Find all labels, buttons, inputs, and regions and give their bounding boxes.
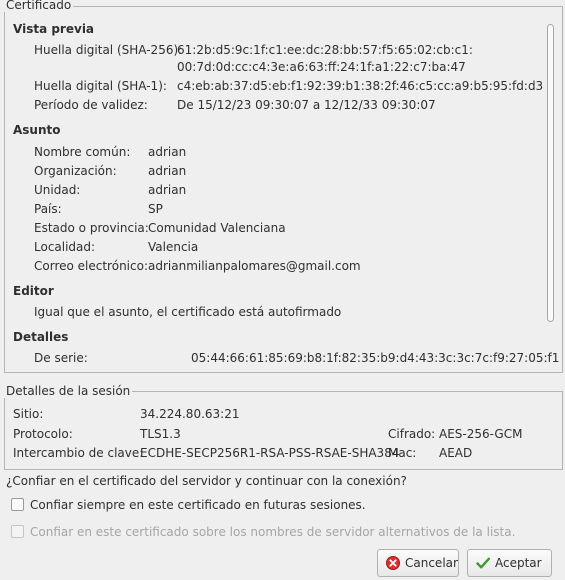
state-value: Comunidad Valenciana bbox=[148, 221, 286, 235]
session-legend: Detalles de la sesión bbox=[4, 384, 133, 398]
country-label: País: bbox=[34, 202, 62, 216]
organization-value: adrian bbox=[148, 164, 187, 178]
sha256-label: Huella digital (SHA-256): bbox=[34, 43, 183, 57]
locality-label: Localidad: bbox=[34, 240, 96, 254]
certificate-scrollbar-thumb[interactable] bbox=[547, 24, 554, 322]
sha256-value-line2: 00:7d:0d:cc:c4:3e:a6:63:ff:24:1f:a1:22:c… bbox=[177, 60, 466, 74]
kex-value: ECDHE-SECP256R1-RSA-PSS-RSAE-SHA384 bbox=[140, 446, 400, 460]
issuer-text: Igual que el asunto, el certificado está… bbox=[34, 305, 342, 319]
mac-value: AEAD bbox=[439, 446, 473, 460]
unit-value: adrian bbox=[148, 183, 187, 197]
sha1-value: c4:eb:ab:37:d5:eb:f1:92:39:b1:38:2f:46:c… bbox=[177, 79, 544, 93]
kex-label: Intercambio de clave: bbox=[13, 446, 144, 460]
cancel-icon bbox=[386, 556, 400, 570]
cancel-button[interactable]: Cancelar bbox=[377, 549, 459, 577]
cipher-value: AES-256-GCM bbox=[439, 427, 523, 441]
common-name-label: Nombre común: bbox=[34, 145, 131, 159]
subject-title: Asunto bbox=[13, 123, 61, 137]
cipher-label: Cifrado: bbox=[388, 427, 436, 441]
sha1-label: Huella digital (SHA-1): bbox=[34, 79, 167, 93]
email-label: Correo electrónico: bbox=[34, 259, 148, 273]
serial-value: 05:44:66:61:85:69:b8:1f:82:35:b9:d4:43:3… bbox=[191, 351, 560, 365]
cancel-button-label: Cancelar bbox=[405, 556, 458, 570]
unit-label: Unidad: bbox=[34, 183, 81, 197]
validity-label: Período de validez: bbox=[34, 98, 148, 112]
validity-value: De 15/12/23 09:30:07 a 12/12/33 09:30:07 bbox=[177, 98, 436, 112]
accept-button[interactable]: Aceptar bbox=[467, 549, 552, 577]
email-value: adrianmilianpalomares@gmail.com bbox=[148, 259, 361, 273]
trust-alt-names-checkbox[interactable] bbox=[11, 525, 24, 538]
site-label: Sitio: bbox=[13, 407, 44, 421]
state-label: Estado o provincia: bbox=[34, 221, 149, 235]
issuer-title: Editor bbox=[13, 284, 54, 298]
common-name-value: adrian bbox=[148, 145, 187, 159]
site-value: 34.224.80.63:21 bbox=[140, 407, 240, 421]
protocol-value: TLS1.3 bbox=[140, 427, 181, 441]
accept-button-label: Aceptar bbox=[495, 556, 542, 570]
always-trust-label[interactable]: Confiar siempre en este certificado en f… bbox=[30, 498, 366, 512]
organization-label: Organización: bbox=[34, 164, 117, 178]
serial-label: De serie: bbox=[34, 351, 88, 365]
sha256-value-line1: 61:2b:d5:9c:1f:c1:ee:dc:28:bb:57:f5:65:0… bbox=[177, 43, 473, 57]
details-title: Detalles bbox=[13, 330, 69, 344]
preview-title: Vista previa bbox=[13, 22, 95, 36]
certificate-legend: Certificado bbox=[4, 0, 74, 12]
mac-label: Mac: bbox=[388, 446, 417, 460]
always-trust-checkbox[interactable] bbox=[11, 498, 24, 511]
trust-alt-names-label[interactable]: Confiar en este certificado sobre los no… bbox=[30, 525, 515, 539]
checkmark-icon bbox=[476, 556, 490, 570]
trust-question: ¿Confiar en el certificado del servidor … bbox=[6, 474, 407, 488]
country-value: SP bbox=[148, 202, 163, 216]
locality-value: Valencia bbox=[148, 240, 199, 254]
protocol-label: Protocolo: bbox=[13, 427, 73, 441]
